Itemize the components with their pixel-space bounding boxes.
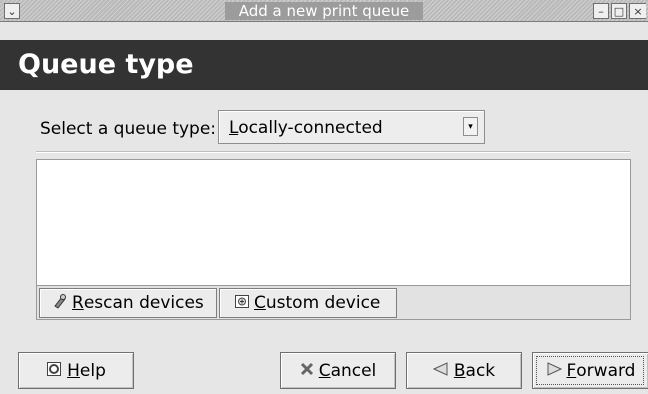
forward-arrow-icon <box>546 361 562 380</box>
rescan-devices-button[interactable]: Rescan devices <box>39 288 217 318</box>
device-list[interactable] <box>36 159 631 286</box>
window-title: Add a new print queue <box>224 2 424 20</box>
maximize-button[interactable]: □ <box>611 3 627 19</box>
chevron-down-icon: ⌄ <box>7 4 17 18</box>
forward-button[interactable]: Forward <box>532 352 648 389</box>
back-arrow-icon <box>432 361 449 380</box>
maximize-icon: □ <box>613 4 625 18</box>
device-toolbar: Rescan devices Custom device <box>36 286 631 320</box>
close-button[interactable]: × <box>629 3 646 19</box>
page-header: Queue type <box>0 40 648 90</box>
rescan-icon <box>52 293 68 313</box>
queue-type-value: Locally-connected <box>229 118 383 138</box>
window-titlebar[interactable]: ⌄ Add a new print queue – □ × <box>0 0 648 22</box>
queue-type-select[interactable]: Locally-connected ▾ <box>218 110 485 144</box>
custom-device-button[interactable]: Custom device <box>219 288 397 318</box>
help-icon <box>46 361 62 381</box>
custom-device-icon <box>234 293 250 313</box>
minimize-button[interactable]: – <box>593 3 609 19</box>
cancel-button[interactable]: Cancel <box>280 352 396 389</box>
queue-type-label: Select a queue type: <box>40 119 217 139</box>
page-title: Queue type <box>18 49 194 80</box>
cancel-icon <box>300 362 314 380</box>
divider <box>36 151 630 153</box>
minimize-icon: – <box>598 4 604 18</box>
help-button[interactable]: Help <box>18 352 134 389</box>
window-menu-button[interactable]: ⌄ <box>4 3 20 19</box>
close-icon: × <box>633 4 643 18</box>
chevron-down-icon[interactable]: ▾ <box>463 117 478 136</box>
back-button[interactable]: Back <box>406 352 522 389</box>
